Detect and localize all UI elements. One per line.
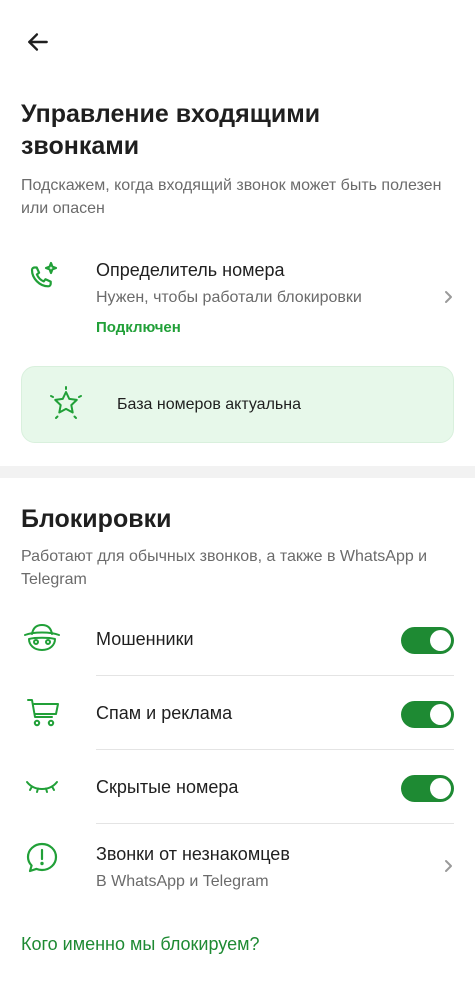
blocking-title: Блокировки [21, 505, 172, 533]
toggle-knob [430, 704, 451, 725]
section-divider [0, 466, 475, 478]
blocking-item-fraudsters: Мошенники [0, 602, 475, 676]
who-we-block-link[interactable]: Кого именно мы блокируем? [21, 934, 259, 955]
caller-id-status: Подключен [96, 319, 181, 336]
strangers-calls-title: Звонки от незнакомцев [96, 844, 290, 864]
caller-id-description: Нужен, чтобы работали блокировки [96, 289, 362, 306]
toggle-knob [430, 778, 451, 799]
row-divider [96, 823, 454, 824]
back-button[interactable] [18, 22, 58, 62]
chevron-right-icon [445, 291, 452, 303]
strangers-calls-row[interactable]: Звонки от незнакомцев В WhatsApp и Teleg… [0, 826, 475, 906]
blocking-item-label: Мошенники [96, 629, 194, 649]
database-status-text: База номеров актуальна [117, 396, 301, 413]
toggle-knob [430, 630, 451, 651]
strangers-calls-description: В WhatsApp и Telegram [96, 873, 269, 890]
page-title: Управление входящими звонками [21, 100, 321, 160]
fraudsters-toggle[interactable] [401, 627, 454, 654]
caller-id-row[interactable]: Определитель номера Нужен, чтобы работал… [0, 252, 475, 344]
blocking-item-hidden-numbers: Скрытые номера [0, 750, 475, 824]
blocking-item-label: Спам и реклама [96, 703, 233, 723]
phone-sparkle-icon [30, 261, 58, 288]
chevron-right-icon [445, 860, 452, 872]
star-sparkle-icon [50, 386, 82, 419]
blocking-item-label: Скрытые номера [96, 777, 239, 797]
arrow-left-icon [28, 33, 48, 51]
exclamation-chat-icon [26, 842, 58, 873]
masked-hat-icon [24, 624, 60, 651]
blocking-item-spam: Спам и реклама [0, 676, 475, 750]
caller-id-title: Определитель номера [96, 260, 285, 280]
closed-eye-icon [26, 781, 58, 793]
database-status-card: База номеров актуальна [21, 366, 454, 443]
shopping-cart-icon [27, 699, 59, 727]
page-subtitle: Подскажем, когда входящий звонок может б… [21, 177, 442, 217]
hidden-numbers-toggle[interactable] [401, 775, 454, 802]
spam-toggle[interactable] [401, 701, 454, 728]
blocking-subtitle: Работают для обычных звонков, а также в … [21, 548, 428, 588]
